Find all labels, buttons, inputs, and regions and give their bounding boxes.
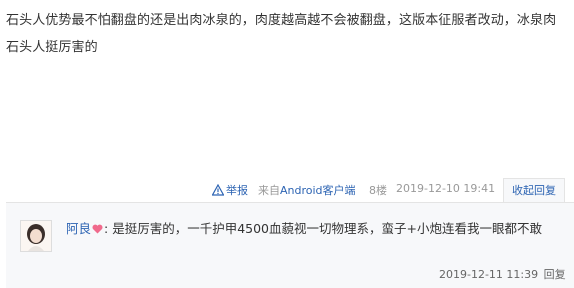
collapse-replies-button[interactable]: 收起回复 xyxy=(503,178,565,202)
source-prefix: 来自 xyxy=(258,184,280,197)
post-source: 来自Android客户端 xyxy=(258,182,356,198)
report-link[interactable]: 举报 xyxy=(212,182,248,198)
source-app-link[interactable]: Android客户端 xyxy=(280,184,356,197)
reply-footer: 2019-12-11 11:39 回复 xyxy=(439,266,566,282)
report-label: 举报 xyxy=(226,184,248,197)
avatar-image xyxy=(21,221,51,251)
avatar[interactable] xyxy=(20,220,52,252)
reply-text: 是挺厉害的，一千护甲4500血藐视一切物理系，蛮子+小炮连看我一眼都不敢 xyxy=(112,221,542,236)
reply-separator: : xyxy=(104,221,113,236)
post-datetime: 2019-12-10 19:41 xyxy=(396,182,496,195)
reply-item: 阿良: 是挺厉害的，一千护甲4500血藐视一切物理系，蛮子+小炮连看我一眼都不敢 xyxy=(66,217,556,240)
reply-list: 阿良: 是挺厉害的，一千护甲4500血藐视一切物理系，蛮子+小炮连看我一眼都不敢… xyxy=(6,202,574,288)
reply-username-link[interactable]: 阿良 xyxy=(66,221,91,236)
floor-number: 8楼 xyxy=(369,184,387,197)
heart-icon xyxy=(92,224,103,234)
warning-icon xyxy=(212,184,224,196)
post-meta-row: 举报 来自Android客户端 8楼 2019-12-10 19:41 收起回复 xyxy=(0,178,574,202)
reply-button[interactable]: 回复 xyxy=(544,268,566,281)
post-content: 石头人优势最不怕翻盘的还是出肉冰泉的，肉度越高越不会被翻盘，这版本征服者改动，冰… xyxy=(6,13,557,55)
reply-datetime: 2019-12-11 11:39 xyxy=(439,268,539,281)
